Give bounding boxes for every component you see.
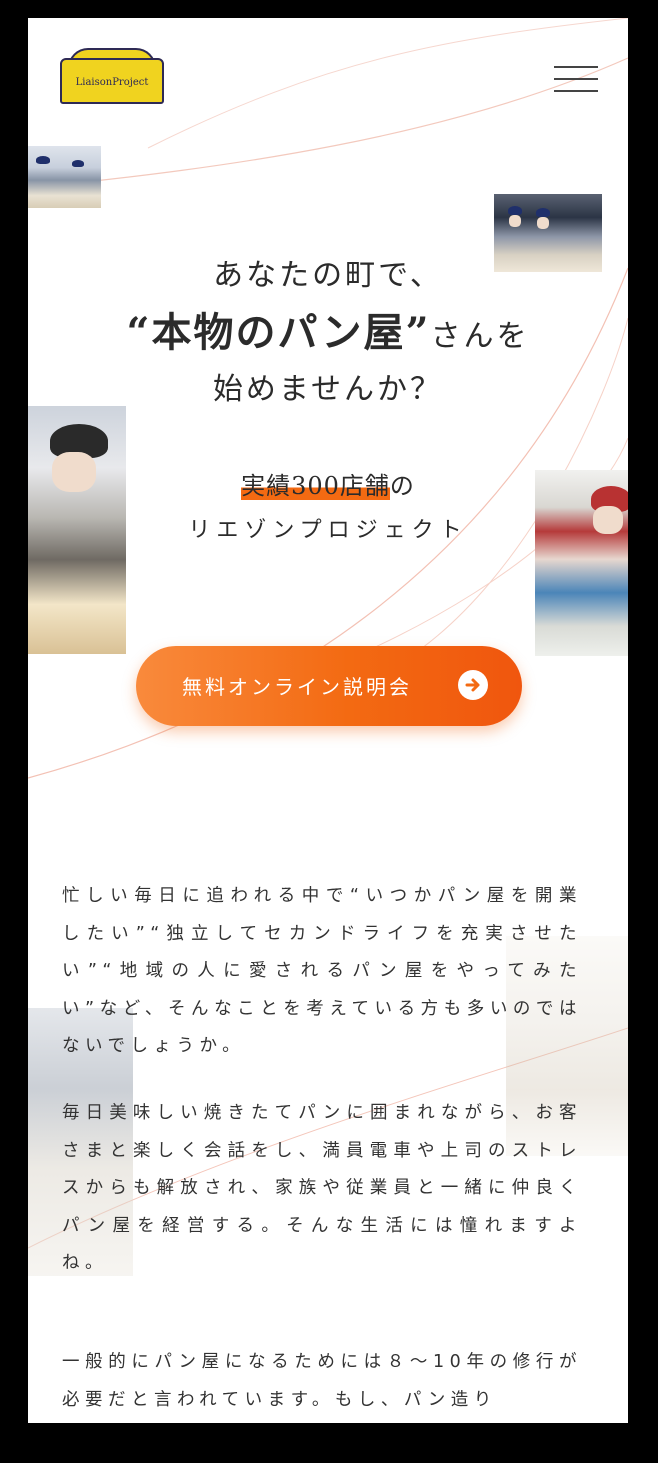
hero-headline-emphasis: “本物のパン屋” [126,309,431,356]
logo-text: LiaisonProject [75,77,149,88]
bakery-staff-photo-1 [28,146,101,208]
hero-headline-line2: “本物のパン屋”さんを [28,300,628,358]
hamburger-menu-icon[interactable] [554,66,598,92]
bottom-black-bar [0,1423,658,1463]
intro-paragraph-2: 毎日美味しい焼きたてパンに囲まれながら、お客さまと楽しく会話をし、満員電車や上司… [62,1103,582,1273]
hero-headline-line1: あなたの町で、 [213,258,443,293]
cta-label: 無料オンライン説明会 [182,675,412,699]
intro-paragraph-3: 一般的にパン屋になるためには８～10年の修行が必要だと言われています。もし、パン… [62,1352,582,1410]
intro-paragraph-1: 忙しい毎日に追われる中で“いつかパン屋を開業したい”“独立してセカンドライフを充… [62,886,582,1056]
hero-headline-tail: さんを [430,319,530,354]
hero-headline-line3: 始めませんか？ [212,372,444,407]
page: LiaisonProject あなたの町で、 “本物のパン屋”さんを 始めません… [28,18,628,1423]
free-online-seminar-button[interactable]: 無料オンライン説明会 [136,646,522,726]
achievement-line: 実績300店舗の [28,466,628,501]
project-name: リエゾンプロジェクト [188,518,468,543]
arrow-right-circle-icon [458,670,488,700]
right-black-strip [628,0,658,1463]
achievement-highlight: 実績300店舗 [241,472,390,500]
liaison-project-logo[interactable]: LiaisonProject [60,48,164,104]
achievement-tail: の [389,472,415,500]
